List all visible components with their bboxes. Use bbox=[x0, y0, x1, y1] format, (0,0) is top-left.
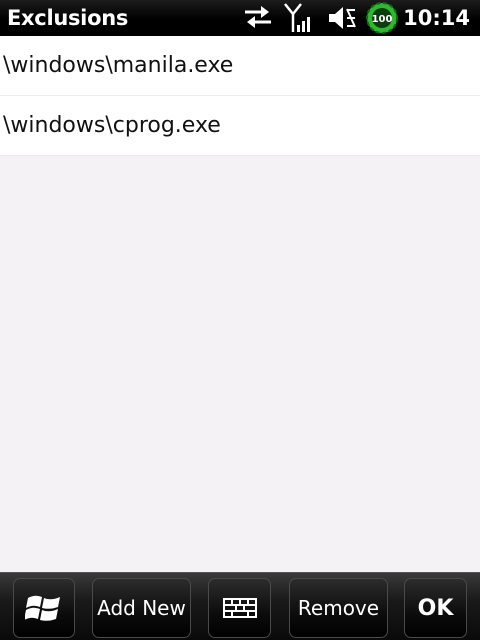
battery-icon[interactable]: 100 bbox=[365, 0, 399, 36]
bottom-toolbar: Add New Remove OK bbox=[0, 572, 480, 640]
list-item[interactable]: \windows\manila.exe bbox=[0, 36, 480, 96]
keyboard-button[interactable] bbox=[208, 578, 271, 638]
signal-strength-icon[interactable] bbox=[283, 0, 315, 36]
list-item[interactable]: \windows\cprog.exe bbox=[0, 96, 480, 156]
keyboard-icon bbox=[222, 598, 257, 618]
status-bar: Exclusions 100 10:14 bbox=[0, 0, 480, 36]
clock[interactable]: 10:14 bbox=[403, 4, 470, 32]
exclusions-list: \windows\manila.exe \windows\cprog.exe bbox=[0, 36, 480, 156]
ok-button[interactable]: OK bbox=[404, 578, 467, 638]
page-title: Exclusions bbox=[7, 6, 129, 30]
start-button[interactable] bbox=[13, 578, 75, 638]
battery-level: 100 bbox=[372, 14, 393, 25]
remove-button[interactable]: Remove bbox=[289, 578, 388, 638]
windows-flag-icon bbox=[25, 595, 60, 621]
add-new-button[interactable]: Add New bbox=[92, 578, 191, 638]
data-connection-icon[interactable] bbox=[241, 0, 275, 36]
speaker-muted-icon[interactable] bbox=[325, 0, 357, 36]
